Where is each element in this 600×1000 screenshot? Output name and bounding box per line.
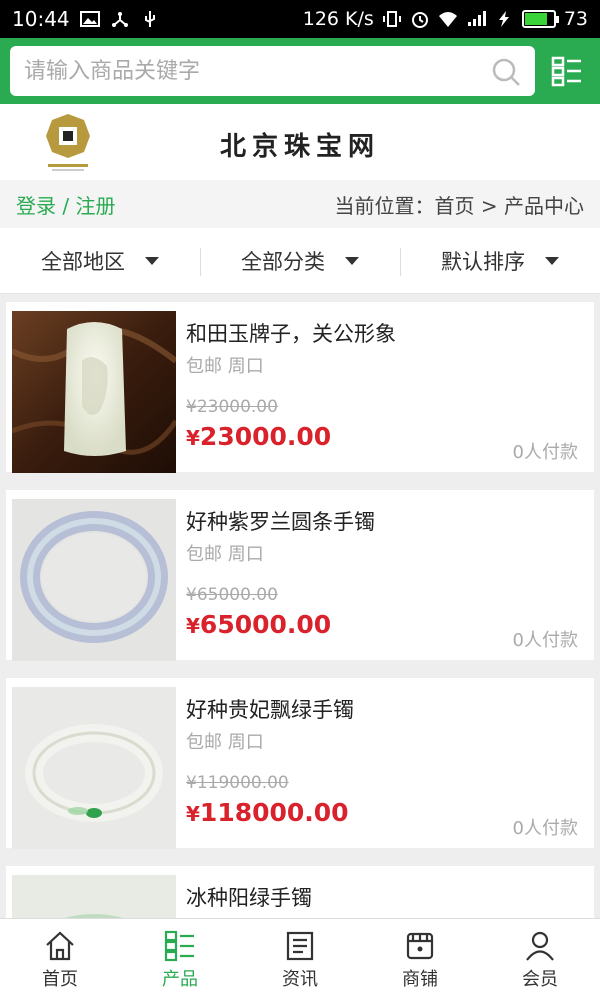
product-sold-count: 0人付款	[512, 630, 578, 651]
tab-shops-label: 商铺	[402, 968, 438, 990]
vibrate-icon	[382, 11, 401, 27]
chevron-down-icon	[345, 256, 359, 265]
product-shipping: 包邮 周口	[186, 544, 264, 565]
tab-products[interactable]: 产品	[120, 919, 240, 1000]
chevron-down-icon	[545, 256, 559, 265]
tab-member-label: 会员	[522, 968, 558, 990]
product-shipping: 包邮 周口	[186, 356, 264, 377]
product-price-value: 23000.00	[199, 422, 332, 451]
product-original-price: ¥23000.00	[186, 397, 278, 417]
brand-bar: 北京珠宝网	[0, 104, 600, 180]
signal-icon	[467, 11, 486, 26]
charging-icon	[498, 11, 509, 27]
shop-icon	[406, 932, 434, 959]
filter-region-label: 全部地区	[41, 249, 125, 274]
tab-home-label: 首页	[42, 968, 78, 990]
tab-shops[interactable]: 商铺	[360, 919, 480, 1000]
filter-sort[interactable]: 默认排序	[400, 228, 600, 293]
usb-icon	[144, 11, 155, 27]
status-bar: 10:44 126 K/s 73	[0, 0, 600, 38]
category-menu-icon[interactable]	[551, 55, 583, 87]
product-card[interactable]: 和田玉牌子，关公形象 包邮 周口 ¥23000.00 ¥23000.00 0人付…	[6, 302, 594, 473]
currency-symbol: ¥	[186, 802, 200, 826]
filter-bar: 全部地区 全部分类 默认排序	[0, 228, 600, 294]
battery-level: 73	[563, 8, 588, 30]
product-price: ¥23000.00	[186, 422, 331, 451]
product-sold-count: 0人付款	[512, 818, 578, 839]
network-speed: 126 K/s	[302, 8, 374, 30]
product-list: 和田玉牌子，关公形象 包邮 周口 ¥23000.00 ¥23000.00 0人付…	[0, 294, 600, 918]
filter-region[interactable]: 全部地区	[0, 228, 200, 293]
breadcrumb: 当前位置：首页 > 产品中心	[334, 193, 584, 218]
filter-sort-label: 默认排序	[441, 249, 525, 274]
product-title[interactable]: 好种紫罗兰圆条手镯	[186, 506, 375, 536]
image-icon	[79, 11, 100, 27]
product-original-price: ¥119000.00	[186, 773, 289, 793]
product-title[interactable]: 冰种阳绿手镯	[186, 882, 312, 912]
product-card[interactable]: 好种紫罗兰圆条手镯 包邮 周口 ¥65000.00 ¥65000.00 0人付款	[6, 490, 594, 661]
bottom-tab-bar: 首页 产品 资讯 商铺 会员	[0, 918, 600, 1000]
tab-products-label: 产品	[162, 968, 198, 990]
tab-home[interactable]: 首页	[0, 919, 120, 1000]
alarm-icon	[411, 12, 428, 28]
product-card[interactable]: 冰种阳绿手镯	[6, 866, 594, 918]
status-time: 10:44	[12, 7, 70, 31]
tab-news[interactable]: 资讯	[240, 919, 360, 1000]
product-image[interactable]	[12, 687, 176, 849]
product-price: ¥65000.00	[186, 610, 331, 639]
product-price: ¥118000.00	[186, 798, 349, 827]
product-title[interactable]: 好种贵妃飘绿手镯	[186, 694, 354, 724]
user-icon	[526, 931, 554, 961]
location-bar: 登录 / 注册 当前位置：首页 > 产品中心	[0, 180, 600, 228]
login-register-link[interactable]: 登录 / 注册	[16, 190, 115, 219]
product-image[interactable]	[12, 875, 176, 918]
search-header	[0, 38, 600, 104]
product-image[interactable]	[12, 499, 176, 661]
news-icon	[286, 931, 314, 960]
product-price-value: 65000.00	[199, 610, 332, 639]
product-sold-count: 0人付款	[512, 442, 578, 463]
search-box[interactable]	[10, 46, 535, 96]
currency-symbol: ¥	[186, 426, 200, 450]
filter-category[interactable]: 全部分类	[200, 228, 400, 293]
search-input[interactable]	[24, 58, 464, 84]
product-grid-icon	[164, 930, 194, 961]
product-original-price: ¥65000.00	[186, 585, 278, 605]
product-title[interactable]: 和田玉牌子，关公形象	[186, 318, 396, 348]
tab-news-label: 资讯	[282, 968, 318, 990]
battery-icon	[521, 10, 559, 28]
product-price-value: 118000.00	[199, 798, 349, 827]
currency-symbol: ¥	[186, 614, 200, 638]
chevron-down-icon	[145, 256, 159, 265]
tab-member[interactable]: 会员	[480, 919, 600, 1000]
brand-name: 北京珠宝网	[219, 132, 380, 162]
wifi-icon	[438, 12, 457, 27]
product-shipping: 包邮 周口	[186, 732, 264, 753]
search-icon[interactable]	[491, 57, 521, 87]
filter-category-label: 全部分类	[241, 249, 325, 274]
product-image[interactable]	[12, 311, 176, 473]
home-icon	[46, 931, 74, 960]
product-card[interactable]: 好种贵妃飘绿手镯 包邮 周口 ¥119000.00 ¥118000.00 0人付…	[6, 678, 594, 849]
usb-share-icon	[111, 12, 128, 27]
